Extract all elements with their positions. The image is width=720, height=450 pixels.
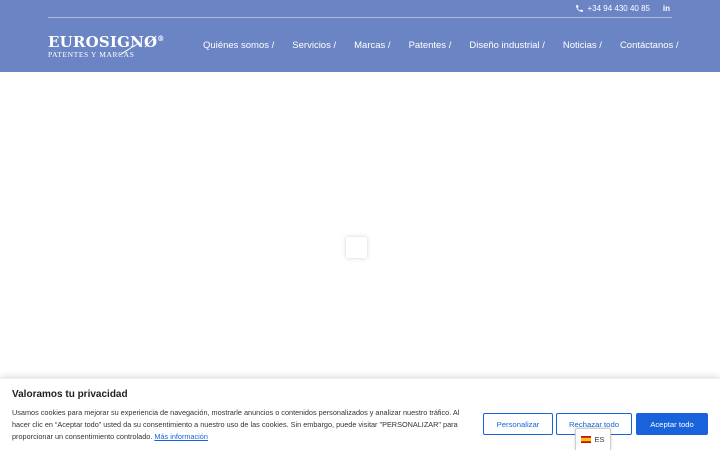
top-bar: +34 94 430 40 85 in [48,0,672,18]
linkedin-icon[interactable]: in [663,4,670,13]
logo-tagline: PATENTES Y MARCAS [48,50,135,59]
accept-all-button[interactable]: Aceptar todo [636,413,708,435]
customize-button[interactable]: Personalizar [483,413,553,435]
nav-item-marcas[interactable]: Marcas / [354,40,390,51]
nav-item-servicios[interactable]: Servicios / [292,40,336,51]
phone-icon [576,5,584,12]
logo[interactable]: EUROSIGNØ® PATENTES Y MARCAS [48,31,165,59]
cookie-banner: Valoramos tu privacidad Usamos cookies p… [0,378,720,450]
logo-swoosh-icon [119,42,140,56]
language-code: ES [594,435,605,444]
nav-item-patentes[interactable]: Patentes / [409,40,452,51]
logo-wordmark: EUROSIGNØ® [48,33,165,51]
phone-link[interactable]: +34 94 430 40 85 [575,4,650,13]
cookie-text: Usamos cookies para mejorar su experienc… [12,408,460,442]
site-header: +34 94 430 40 85 in EUROSIGNØ® PATENTES … [0,0,720,72]
nav-item-contactanos[interactable]: Contáctanos / [620,40,679,51]
cookie-description: Usamos cookies para mejorar su experienc… [12,407,474,444]
nav-item-noticias[interactable]: Noticias / [563,40,602,51]
nav-item-diseno-industrial[interactable]: Diseño industrial / [469,40,545,51]
spain-flag-icon [581,436,592,443]
phone-number: +34 94 430 40 85 [587,4,650,13]
main-nav: Quiénes somos / Servicios / Marcas / Pat… [203,40,697,51]
cookie-title: Valoramos tu privacidad [12,389,128,400]
loading-spinner [346,237,367,258]
nav-item-quienes-somos[interactable]: Quiénes somos / [203,40,274,51]
more-info-link[interactable]: Más información [154,432,208,441]
language-switcher[interactable]: ES [575,428,611,450]
